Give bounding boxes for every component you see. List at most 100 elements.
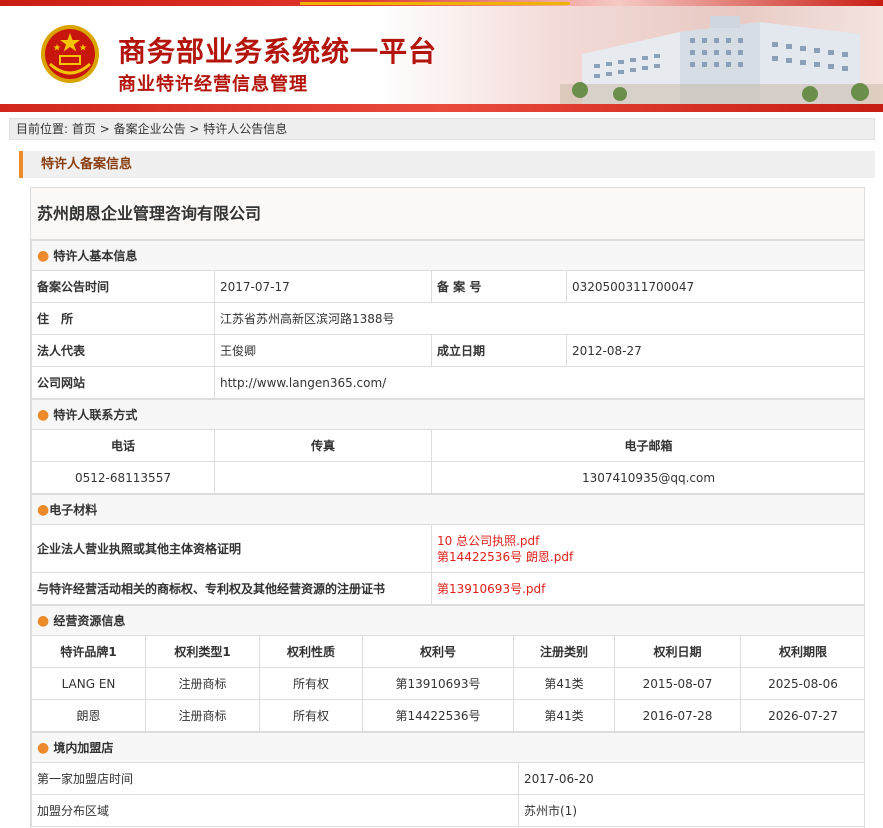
column-header: 权利类型1 — [145, 635, 260, 668]
resources-heading: 经营资源信息 — [53, 614, 126, 628]
fax-value — [214, 461, 432, 494]
platform-subtitle: 商业特许经营信息管理 — [118, 74, 308, 95]
table-row: 朗恩 注册商标 所有权 第14422536号 第41类 2016-07-28 2… — [31, 699, 864, 732]
section-title: 特许人备案信息 — [19, 151, 875, 178]
area-value: 苏州市(1) — [517, 794, 864, 827]
table-cell: 2016-07-28 — [614, 699, 741, 732]
phone-value: 0512-68113557 — [31, 461, 215, 494]
website-label: 公司网站 — [31, 366, 215, 399]
table-row: 企业法人营业执照或其他主体资格证明 10 总公司执照.pdf 第14422536… — [31, 524, 864, 573]
table-cell: LANG EN — [31, 667, 146, 700]
table-row: 法人代表 王俊卿 成立日期 2012-08-27 — [31, 334, 864, 367]
record-no-value: 0320500311700047 — [565, 270, 864, 303]
table-row: 与特许经营活动相关的商标权、专利权及其他经营资源的注册证书 第13910693号… — [31, 572, 864, 605]
license-file-link[interactable]: 10 总公司执照.pdf — [437, 533, 860, 549]
table-row: 加盟分布区域 苏州市(1) — [31, 794, 864, 827]
column-header: 特许品牌1 — [31, 635, 146, 668]
materials-heading: 电子材料 — [49, 503, 98, 517]
breadcrumb-prefix: 目前位置: — [16, 122, 69, 136]
bullet-dot-icon: ● — [37, 613, 50, 629]
breadcrumb: 目前位置: 首页 > 备案企业公告 > 特许人公告信息 — [9, 118, 875, 140]
basic-info-table: ● 特许人基本信息 备案公告时间 2017-07-17 备 案 号 032050… — [31, 240, 864, 399]
domestic-heading: 境内加盟店 — [53, 741, 114, 755]
table-cell: 第41类 — [513, 667, 615, 700]
address-value: 江苏省苏州高新区滨河路1388号 — [213, 302, 864, 335]
bottom-stripe — [0, 104, 883, 112]
domestic-stores-table: ● 境内加盟店 第一家加盟店时间 2017-06-20 加盟分布区域 苏州市(1… — [31, 732, 864, 827]
fax-column-header: 传真 — [214, 429, 432, 462]
table-row: 0512-68113557 1307410935@qq.com — [31, 461, 864, 494]
domestic-heading-row: ● 境内加盟店 — [31, 732, 864, 763]
table-row: 公司网站 http://www.langen365.com/ — [31, 366, 864, 399]
table-header-row: 特许品牌1 权利类型1 权利性质 权利号 注册类别 权利日期 权利期限 — [31, 635, 864, 668]
basic-info-heading: 特许人基本信息 — [53, 249, 138, 263]
bullet-dot-icon: ● — [37, 740, 50, 756]
table-row: 住 所 江苏省苏州高新区滨河路1388号 — [31, 302, 864, 335]
website-value: http://www.langen365.com/ — [213, 366, 864, 399]
column-header: 权利期限 — [740, 635, 864, 668]
trademark-files-cell: 第13910693号.pdf — [430, 572, 864, 605]
table-cell: 朗恩 — [31, 699, 146, 732]
table-cell: 2015-08-07 — [614, 667, 741, 700]
email-value: 1307410935@qq.com — [431, 461, 864, 494]
first-store-label: 第一家加盟店时间 — [31, 762, 519, 795]
breadcrumb-separator: > — [95, 122, 114, 136]
resources-table: ● 经营资源信息 特许品牌1 权利类型1 权利性质 权利号 注册类别 权利日期 … — [31, 605, 864, 732]
table-row: 备案公告时间 2017-07-17 备 案 号 0320500311700047 — [31, 270, 864, 303]
table-cell: 所有权 — [259, 699, 363, 732]
bullet-dot-icon: ● — [37, 502, 50, 518]
materials-heading-row: ●电子材料 — [31, 494, 864, 525]
email-column-header: 电子邮箱 — [431, 429, 864, 462]
table-header-row: 电话 传真 电子邮箱 — [31, 429, 864, 462]
founded-label: 成立日期 — [431, 334, 567, 367]
trademark-label: 与特许经营活动相关的商标权、专利权及其他经营资源的注册证书 — [31, 572, 432, 605]
announce-date-label: 备案公告时间 — [31, 270, 215, 303]
license-file-link[interactable]: 第14422536号 朗恩.pdf — [437, 549, 860, 565]
header-banner: 商务部业务系统统一平台 商业特许经营信息管理 — [0, 0, 883, 112]
company-name: 苏州朗恩企业管理咨询有限公司 — [31, 188, 864, 240]
legal-rep-value: 王俊卿 — [214, 334, 432, 367]
record-no-label: 备 案 号 — [431, 270, 567, 303]
address-label: 住 所 — [31, 302, 215, 335]
area-label: 加盟分布区域 — [31, 794, 519, 827]
trademark-file-link[interactable]: 第13910693号.pdf — [437, 581, 860, 597]
building-illustration — [560, 16, 883, 106]
national-emblem-icon — [41, 25, 99, 83]
contact-heading: 特许人联系方式 — [53, 408, 138, 422]
breadcrumb-current: 特许人公告信息 — [203, 122, 288, 136]
founded-value: 2012-08-27 — [565, 334, 864, 367]
materials-table: ●电子材料 企业法人营业执照或其他主体资格证明 10 总公司执照.pdf 第14… — [31, 494, 864, 605]
table-cell: 所有权 — [259, 667, 363, 700]
column-header: 权利日期 — [614, 635, 741, 668]
first-store-value: 2017-06-20 — [517, 762, 864, 795]
record-detail-panel: 苏州朗恩企业管理咨询有限公司 ● 特许人基本信息 备案公告时间 2017-07-… — [30, 187, 865, 828]
breadcrumb-separator: > — [185, 122, 204, 136]
license-label: 企业法人营业执照或其他主体资格证明 — [31, 524, 432, 573]
basic-info-heading-row: ● 特许人基本信息 — [31, 240, 864, 271]
resources-heading-row: ● 经营资源信息 — [31, 605, 864, 636]
table-cell: 2025-08-06 — [740, 667, 864, 700]
phone-column-header: 电话 — [31, 429, 215, 462]
table-cell: 注册商标 — [145, 699, 260, 732]
license-files-cell: 10 总公司执照.pdf 第14422536号 朗恩.pdf — [430, 524, 864, 573]
bullet-dot-icon: ● — [37, 407, 50, 423]
contact-table: ● 特许人联系方式 电话 传真 电子邮箱 0512-68113557 13074… — [31, 399, 864, 494]
column-header: 权利性质 — [259, 635, 363, 668]
bullet-dot-icon: ● — [37, 248, 50, 264]
breadcrumb-home-link[interactable]: 首页 — [72, 122, 96, 136]
announce-date-value: 2017-07-17 — [214, 270, 432, 303]
breadcrumb-announcement-link[interactable]: 备案企业公告 — [114, 122, 186, 136]
column-header: 注册类别 — [513, 635, 615, 668]
top-gold-line — [300, 2, 570, 5]
table-cell: 注册商标 — [145, 667, 260, 700]
legal-rep-label: 法人代表 — [31, 334, 215, 367]
table-cell: 2026-07-27 — [740, 699, 864, 732]
platform-title: 商务部业务系统统一平台 — [118, 35, 438, 68]
table-cell: 第14422536号 — [362, 699, 514, 732]
contact-heading-row: ● 特许人联系方式 — [31, 399, 864, 430]
table-cell: 第13910693号 — [362, 667, 514, 700]
table-row: 第一家加盟店时间 2017-06-20 — [31, 762, 864, 795]
column-header: 权利号 — [362, 635, 514, 668]
table-cell: 第41类 — [513, 699, 615, 732]
table-row: LANG EN 注册商标 所有权 第13910693号 第41类 2015-08… — [31, 667, 864, 700]
